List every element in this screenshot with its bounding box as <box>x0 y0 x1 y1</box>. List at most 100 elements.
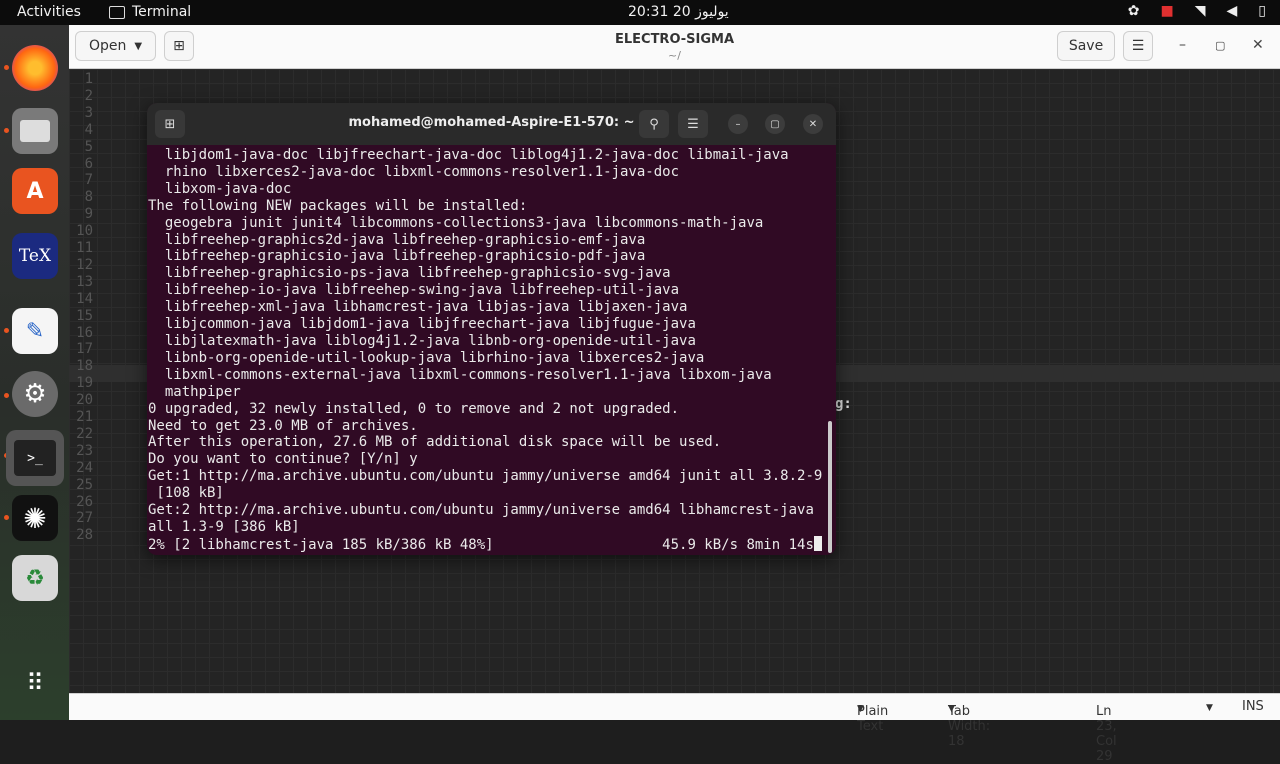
line-number: 27 <box>76 510 93 527</box>
terminal-line: Need to get 23.0 MB of archives. <box>148 417 418 434</box>
header-bar: Open ▼ ⊞ ELECTRO-SIGMA ~/ Save ☰ – ▢ ✕ <box>69 25 1280 69</box>
terminal-line: libfreehep-io-java libfreehep-swing-java… <box>148 282 680 299</box>
text-cursor <box>813 535 822 551</box>
running-indicator <box>4 393 9 398</box>
line-number: 26 <box>76 493 93 510</box>
terminal-line: libjcommon-java libjdom1-java libjfreech… <box>148 316 696 333</box>
terminal-line: After this operation, 27.6 MB of additio… <box>148 434 722 451</box>
terminal-line: geogebra junit junit4 libcommons-collect… <box>148 214 764 231</box>
scrollbar[interactable] <box>828 421 832 553</box>
minimize-button[interactable]: – <box>1179 37 1186 53</box>
line-number: 1 <box>84 71 93 87</box>
terminal-window: ⊞ mohamed@mohamed-Aspire-E1-570: ~ ⚲ ☰ –… <box>147 103 836 555</box>
line-number-gutter: 1 2 3 4 5 6 7 8 9 10 11 12 13 14 15 16 17 18 19 20 21 22 23 24 2… <box>69 69 119 693</box>
line-number: 6 <box>84 155 93 172</box>
dock: A TeX ✎ ⚙ >_ ✺ ♻ ⠿ <box>0 25 69 720</box>
save-button[interactable]: Save <box>1057 31 1115 61</box>
app-menu[interactable]: Terminal <box>109 4 191 20</box>
status-bar: Plain Text ▼ Tab Width: 18 ▼ Ln 23, Col … <box>69 693 1280 764</box>
hamburger-icon: ☰ <box>1131 38 1145 54</box>
search-button[interactable]: ⚲ <box>639 110 669 138</box>
line-number: 23 <box>76 442 93 459</box>
firefox-icon[interactable] <box>12 45 58 91</box>
terminal-line: libfreehep-xml-java libhamcrest-java lib… <box>148 299 688 316</box>
editor-text-fragment[interactable]: g: <box>835 396 852 412</box>
screen-record-icon[interactable]: ■ <box>1160 3 1173 19</box>
wifi-icon[interactable]: ◥ <box>1195 3 1206 19</box>
app-center-icon[interactable]: A <box>12 168 58 214</box>
line-number: 9 <box>84 206 93 223</box>
close-button[interactable]: ✕ <box>803 114 823 134</box>
insert-mode: INS <box>1242 699 1264 714</box>
line-number: 21 <box>76 409 93 425</box>
search-icon: ⚲ <box>649 116 659 132</box>
minimize-button[interactable]: – <box>728 114 748 134</box>
chatgpt-icon[interactable]: ✺ <box>12 495 58 541</box>
terminal-icon <box>109 5 125 19</box>
terminal-line: libfreehep-graphicsio-java libfreehep-gr… <box>148 248 646 265</box>
terminal-line: libnb-org-openide-util-lookup-java librh… <box>148 349 705 366</box>
terminal-line: Get:1 http://ma.archive.ubuntu.com/ubunt… <box>148 468 823 485</box>
line-number: 8 <box>84 189 93 206</box>
line-number: 18 <box>76 358 93 375</box>
menu-button[interactable]: ☰ <box>678 110 708 138</box>
line-number: 22 <box>76 425 93 442</box>
line-number: 17 <box>76 341 93 358</box>
running-indicator <box>4 65 9 70</box>
battery-icon[interactable]: ▯ <box>1258 3 1266 19</box>
files-icon[interactable] <box>12 108 58 154</box>
terminal-line: Get:2 http://ma.archive.ubuntu.com/ubunt… <box>148 502 814 519</box>
terminal-line: libjlatexmath-java liblog4j1.2-java libn… <box>148 332 696 349</box>
trash-icon[interactable]: ♻ <box>12 555 58 601</box>
chevron-down-icon[interactable]: ▼ <box>1206 703 1213 713</box>
terminal-header: ⊞ mohamed@mohamed-Aspire-E1-570: ~ ⚲ ☰ –… <box>147 103 836 145</box>
text-editor-icon[interactable]: ✎ <box>12 308 58 354</box>
hamburger-icon: ☰ <box>687 116 699 132</box>
terminal-line: The following NEW packages will be insta… <box>148 197 528 214</box>
menu-button[interactable]: ☰ <box>1123 31 1153 61</box>
line-number: 2 <box>84 87 93 104</box>
app-name: Terminal <box>132 4 192 20</box>
line-number: 24 <box>76 459 93 476</box>
activities-button[interactable]: Activities <box>17 4 81 20</box>
line-number: 11 <box>76 240 93 256</box>
line-number: 28 <box>76 527 93 544</box>
running-indicator <box>4 515 9 520</box>
running-indicator <box>4 128 9 133</box>
texstudio-icon[interactable]: TeX <box>12 233 58 279</box>
running-indicator <box>4 328 9 333</box>
chevron-down-icon: ▼ <box>857 704 864 714</box>
chevron-down-icon: ▼ <box>948 704 955 714</box>
line-number: 13 <box>76 273 93 290</box>
terminal-line: 0 upgraded, 32 newly installed, 0 to rem… <box>148 400 680 417</box>
close-button[interactable]: ✕ <box>1252 37 1264 53</box>
line-number: 20 <box>76 392 93 409</box>
line-number: 25 <box>76 476 93 493</box>
line-number: 16 <box>76 324 93 341</box>
top-bar: Activities Terminal يوليوز 20 20:31 ✿ ■ … <box>0 0 1280 25</box>
maximize-button[interactable]: ▢ <box>1215 39 1225 52</box>
line-number: 7 <box>84 172 93 189</box>
terminal-line: Do you want to continue? [Y/n] y <box>148 451 418 468</box>
accessibility-icon[interactable]: ✿ <box>1128 3 1140 19</box>
line-number: 5 <box>84 138 93 155</box>
terminal-line: all 1.3-9 [386 kB] <box>148 518 300 535</box>
line-number: 15 <box>76 307 93 324</box>
line-number: 12 <box>76 256 93 273</box>
terminal-dock-icon[interactable]: >_ <box>6 430 64 486</box>
settings-icon[interactable]: ⚙ <box>12 371 58 417</box>
volume-icon[interactable]: ◀ <box>1227 3 1238 19</box>
app-grid-icon[interactable]: ⠿ <box>12 660 58 706</box>
clock[interactable]: يوليوز 20 20:31 <box>628 4 729 20</box>
maximize-button[interactable]: ▢ <box>765 114 785 134</box>
terminal-line: libxml-commons-external-java libxml-comm… <box>148 366 772 383</box>
terminal-line: libxom-java-doc <box>148 180 292 197</box>
line-number: 10 <box>76 223 93 240</box>
system-tray[interactable]: ✿ ■ ◥ ◀ ▯ <box>1128 3 1266 19</box>
line-number: 3 <box>84 104 93 121</box>
terminal-output[interactable]: libjdom1-java-doc libjfreechart-java-doc… <box>148 147 828 553</box>
terminal-line: rhino libxerces2-java-doc libxml-commons… <box>148 163 680 180</box>
line-number: 14 <box>76 290 93 307</box>
terminal-line: libfreehep-graphicsio-ps-java libfreehep… <box>148 265 671 282</box>
terminal-line: [108 kB] <box>148 485 224 502</box>
